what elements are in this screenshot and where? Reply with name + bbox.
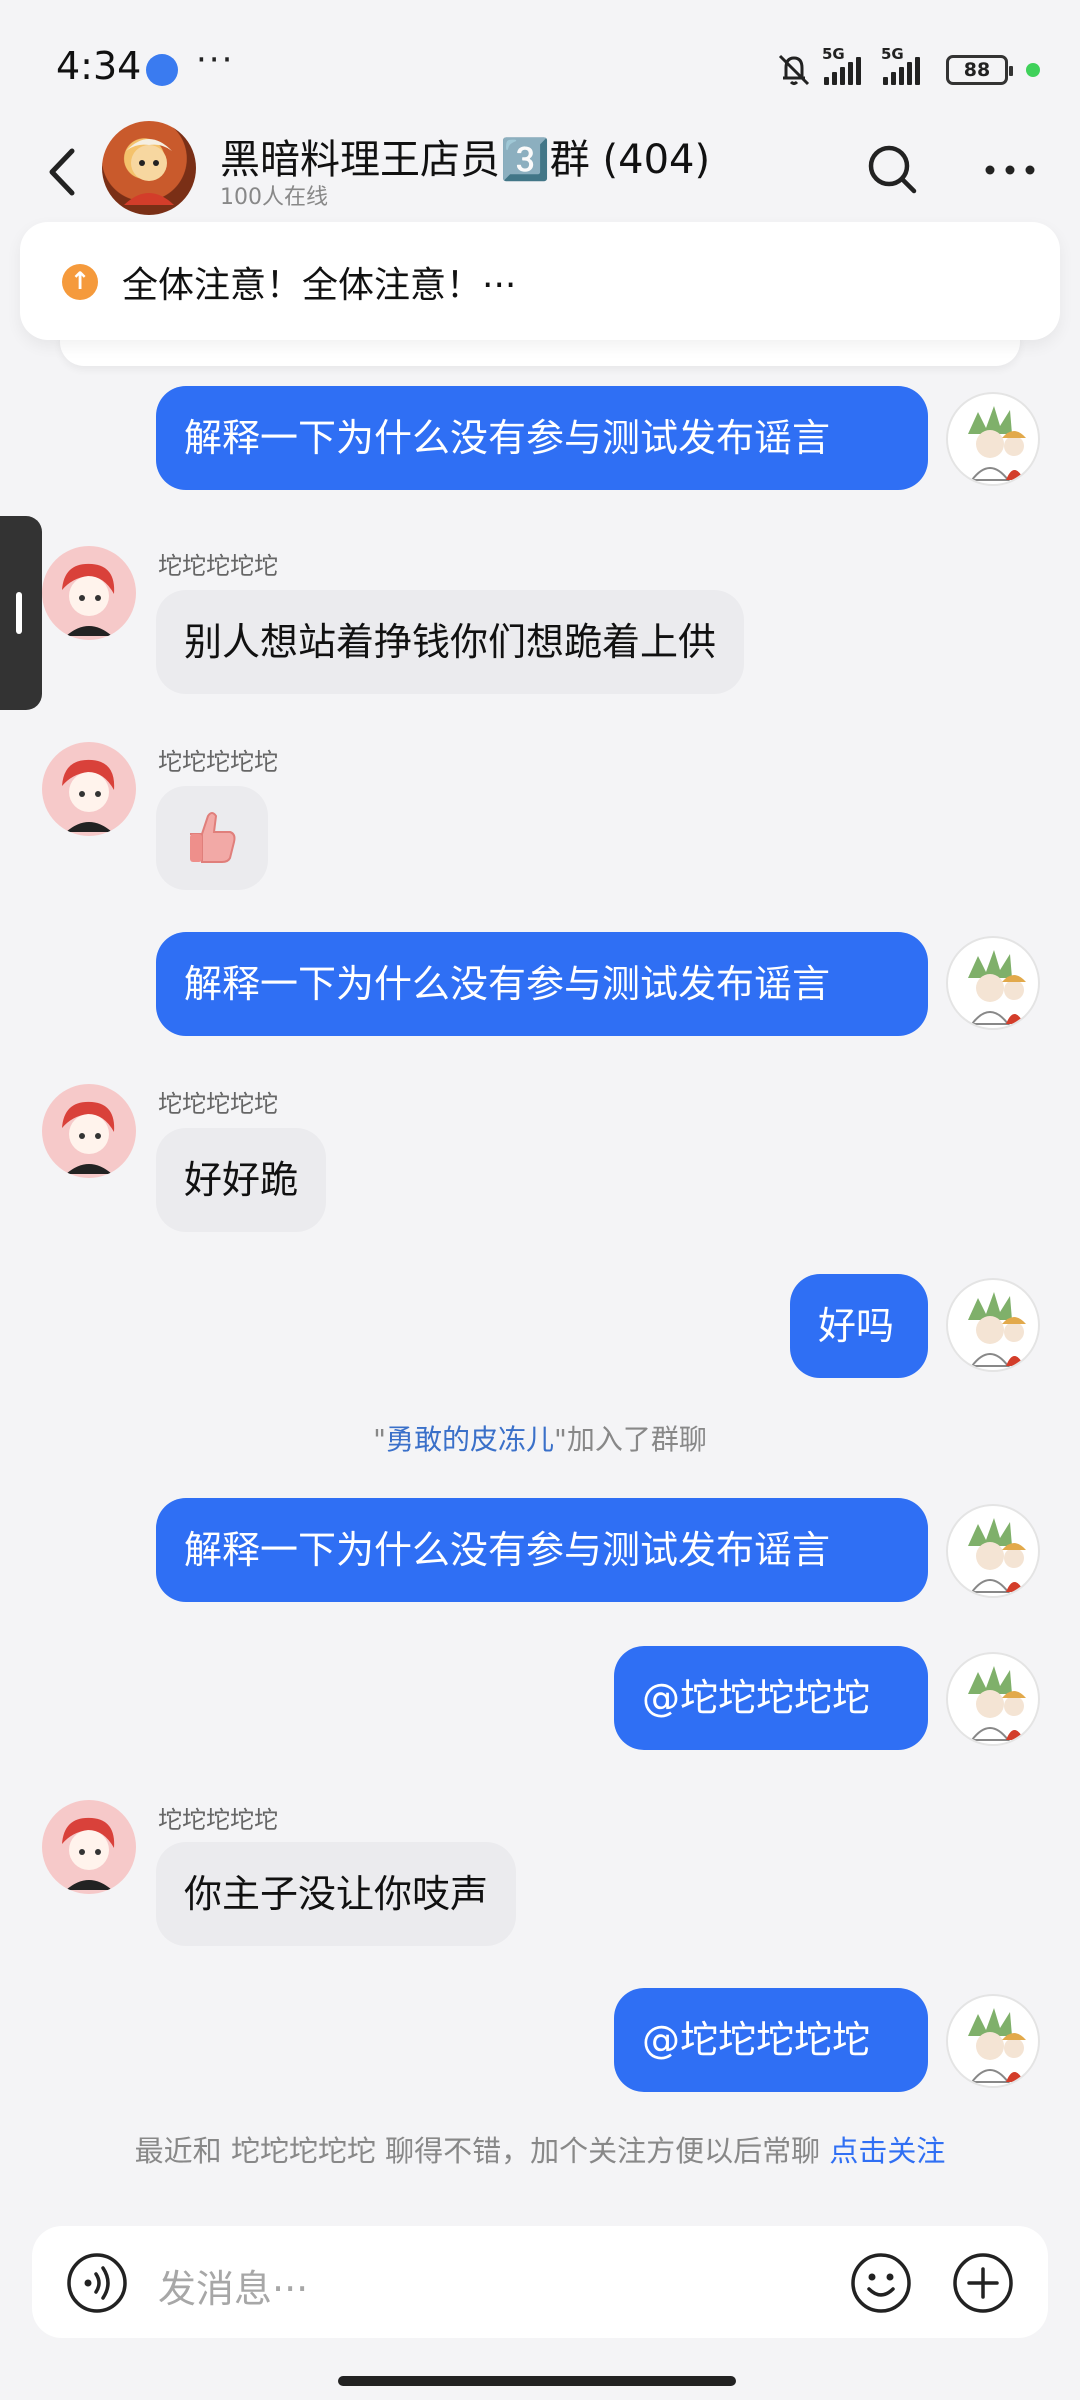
sender-avatar[interactable]	[42, 1084, 136, 1178]
message-bubble[interactable]: 解释一下为什么没有参与测试发布谣言	[156, 386, 928, 490]
signal-sim1-icon: 5G	[822, 45, 861, 85]
message-bubble[interactable]: 好好跪	[156, 1128, 327, 1232]
mute-icon	[778, 54, 810, 86]
sender-avatar[interactable]	[42, 1800, 136, 1894]
self-avatar-art	[968, 2008, 1026, 2083]
more-notifications-icon: ···	[196, 40, 235, 80]
group-avatar-art	[124, 139, 174, 205]
sender-avatar[interactable]	[42, 546, 136, 640]
self-avatar[interactable]	[946, 1278, 1040, 1372]
battery-icon: 88	[946, 55, 1013, 85]
self-avatar[interactable]	[946, 936, 1040, 1030]
app-notification-icon	[146, 54, 178, 86]
status-indicators: 5G 5G 88	[774, 45, 1040, 90]
join-suffix: "加入了群聊	[554, 1423, 707, 1456]
self-avatar[interactable]	[946, 1504, 1040, 1598]
privacy-dot-icon	[1026, 63, 1040, 77]
self-avatar[interactable]	[946, 1652, 1040, 1746]
sender-avatar-art	[62, 1101, 115, 1174]
follow-link[interactable]: 点击关注	[829, 2134, 945, 2168]
sender-avatar-art	[62, 563, 115, 636]
search-icon[interactable]	[864, 141, 920, 197]
self-avatar-art	[968, 1518, 1026, 1593]
status-time: 4:34	[56, 44, 142, 88]
message-bubble[interactable]: 好吗	[790, 1274, 928, 1378]
self-avatar[interactable]	[946, 1994, 1040, 2088]
chat-header: 黑暗料理王店员3️⃣群 (404) 100人在线	[0, 115, 1080, 225]
message-bubble[interactable]: 解释一下为什么没有参与测试发布谣言	[156, 1498, 928, 1602]
system-join-notice: "勇敢的皮冻儿"加入了群聊	[0, 1418, 1080, 1458]
voice-input-icon[interactable]	[66, 2252, 128, 2314]
emoji-icon[interactable]	[850, 2252, 912, 2314]
group-announcement[interactable]: ↑ 全体注意！全体注意！···	[20, 222, 1060, 340]
signal-sim2-icon: 5G	[881, 45, 920, 85]
online-count: 100人在线	[220, 185, 328, 210]
self-avatar-art	[968, 406, 1026, 481]
message-bubble[interactable]: 你主子没让你吱声	[156, 1842, 517, 1946]
sender-name: 坨坨坨坨坨	[158, 1090, 278, 1118]
group-avatar[interactable]	[102, 121, 196, 215]
sticker-bubble[interactable]	[156, 786, 268, 890]
sender-avatar-art	[62, 759, 115, 832]
follow-hint-text: 最近和 坨坨坨坨坨 聊得不错，加个关注方便以后常聊	[134, 2134, 830, 2168]
sender-avatar[interactable]	[42, 742, 136, 836]
sender-name: 坨坨坨坨坨	[158, 748, 278, 776]
message-bubble[interactable]: 别人想站着挣钱你们想跪着上供	[156, 590, 745, 694]
joined-user-name[interactable]: 勇敢的皮冻儿	[386, 1423, 554, 1456]
self-avatar[interactable]	[946, 392, 1040, 486]
sender-avatar-art	[62, 1817, 115, 1890]
side-drawer-handle[interactable]	[0, 516, 42, 710]
self-avatar-art	[968, 1666, 1026, 1741]
status-bar: 4:34 ··· 5G 5G 88	[0, 0, 1080, 120]
sender-name: 坨坨坨坨坨	[158, 552, 278, 580]
message-bubble[interactable]: 解释一下为什么没有参与测试发布谣言	[156, 932, 928, 1036]
announcement-text: 全体注意！全体注意！···	[122, 265, 517, 306]
message-bubble[interactable]: @坨坨坨坨坨	[614, 1988, 928, 2092]
message-input-bar: 发消息···	[32, 2226, 1048, 2338]
more-options-icon[interactable]	[980, 145, 1040, 195]
follow-hint: 最近和 坨坨坨坨坨 聊得不错，加个关注方便以后常聊 点击关注	[0, 2128, 1080, 2170]
message-input[interactable]: 发消息···	[158, 2258, 308, 2313]
back-arrow-icon[interactable]	[42, 145, 82, 199]
join-prefix: "	[373, 1423, 386, 1456]
sender-name: 坨坨坨坨坨	[158, 1806, 278, 1834]
announcement-arrow-icon: ↑	[62, 264, 98, 300]
plus-icon[interactable]	[952, 2252, 1014, 2314]
thumbs-up-icon	[190, 812, 236, 863]
self-avatar-art	[968, 950, 1026, 1025]
message-bubble[interactable]: @坨坨坨坨坨	[614, 1646, 928, 1750]
group-title[interactable]: 黑暗料理王店员3️⃣群 (404)	[220, 127, 710, 185]
self-avatar-art	[968, 1292, 1026, 1367]
home-indicator[interactable]	[338, 2376, 736, 2386]
